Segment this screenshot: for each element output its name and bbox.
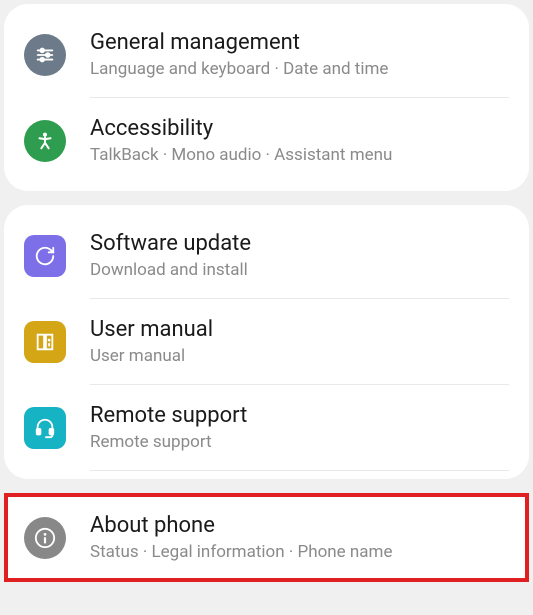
- update-icon: [24, 235, 66, 277]
- item-title: About phone: [90, 513, 509, 538]
- item-title: Software update: [90, 231, 509, 256]
- list-item-content: Accessibility TalkBack · Mono audio · As…: [90, 116, 509, 165]
- item-subtitle: Remote support: [90, 432, 509, 452]
- list-item-content: User manual User manual: [90, 317, 509, 366]
- item-subtitle: User manual: [90, 346, 509, 366]
- sliders-icon: [24, 34, 66, 76]
- manual-icon: [24, 321, 66, 363]
- list-item-accessibility[interactable]: Accessibility TalkBack · Mono audio · As…: [4, 98, 529, 183]
- list-item-content: Remote support Remote support: [90, 403, 509, 452]
- list-item-about-phone[interactable]: About phone Status · Legal information ·…: [8, 497, 525, 578]
- list-item-content: About phone Status · Legal information ·…: [90, 513, 509, 562]
- list-item-general-management[interactable]: General management Language and keyboard…: [4, 12, 529, 97]
- divider: [90, 470, 509, 471]
- item-title: User manual: [90, 317, 509, 342]
- item-subtitle: Download and install: [90, 260, 509, 280]
- settings-group-2: Software update Download and install Use…: [4, 205, 529, 479]
- list-item-content: Software update Download and install: [90, 231, 509, 280]
- settings-group-1: General management Language and keyboard…: [4, 4, 529, 191]
- info-icon: [24, 517, 66, 559]
- item-subtitle: Status · Legal information · Phone name: [90, 542, 509, 562]
- list-item-remote-support[interactable]: Remote support Remote support: [4, 385, 529, 470]
- item-subtitle: TalkBack · Mono audio · Assistant menu: [90, 145, 509, 165]
- list-item-content: General management Language and keyboard…: [90, 30, 509, 79]
- item-title: Remote support: [90, 403, 509, 428]
- item-subtitle: Language and keyboard · Date and time: [90, 59, 509, 79]
- item-title: Accessibility: [90, 116, 509, 141]
- headset-icon: [24, 407, 66, 449]
- highlight-box: About phone Status · Legal information ·…: [4, 493, 529, 582]
- accessibility-icon: [24, 120, 66, 162]
- list-item-user-manual[interactable]: User manual User manual: [4, 299, 529, 384]
- item-title: General management: [90, 30, 509, 55]
- list-item-software-update[interactable]: Software update Download and install: [4, 213, 529, 298]
